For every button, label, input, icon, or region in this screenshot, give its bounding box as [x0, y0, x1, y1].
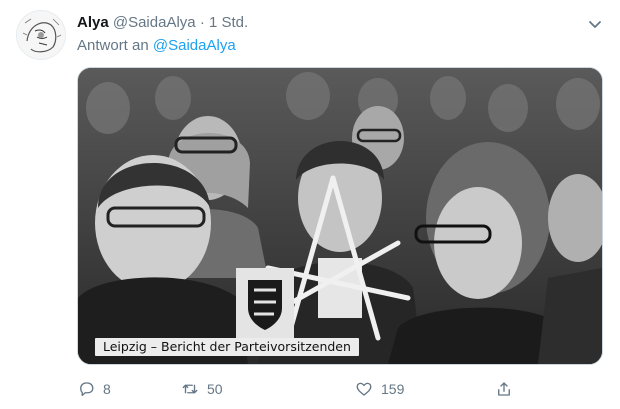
- avatar[interactable]: [16, 10, 66, 60]
- reply-count: 8: [103, 381, 111, 397]
- tweet-timestamp[interactable]: 1 Std.: [209, 14, 248, 31]
- reply-prefix: Antwort an: [77, 37, 149, 54]
- retweet-icon: [182, 384, 198, 394]
- chevron-down-icon: [589, 21, 601, 28]
- avatar-sketch: [17, 11, 65, 59]
- tweet-header: Alya @SaidaAlya · 1 Std.: [77, 13, 248, 33]
- like-button[interactable]: 159: [355, 377, 404, 401]
- retweet-count: 50: [207, 381, 223, 397]
- like-count: 159: [381, 381, 405, 397]
- retweet-button[interactable]: 50: [181, 377, 223, 401]
- media-caption: Leipzig – Bericht der Parteivorsitzenden: [95, 338, 359, 356]
- reply-context: Antwort an @SaidaAlya: [77, 36, 236, 56]
- author-handle[interactable]: @SaidaAlya: [113, 14, 196, 31]
- tweet-menu-button[interactable]: [585, 14, 605, 34]
- reply-to-link[interactable]: @SaidaAlya: [153, 37, 236, 54]
- photo: [78, 68, 602, 364]
- share-button[interactable]: [495, 377, 513, 401]
- share-icon: [498, 382, 510, 396]
- reply-icon: [80, 382, 94, 397]
- separator-dot: ·: [199, 14, 205, 31]
- tweet-media-image[interactable]: Leipzig – Bericht der Parteivorsitzenden: [77, 67, 603, 365]
- tweet[interactable]: Alya @SaidaAlya · 1 Std. Antwort an @Sai…: [0, 0, 620, 409]
- reply-button[interactable]: 8: [77, 377, 111, 401]
- tweet-actions: 8 50 159: [77, 377, 597, 401]
- author-name[interactable]: Alya: [77, 14, 109, 31]
- heart-icon: [356, 382, 372, 396]
